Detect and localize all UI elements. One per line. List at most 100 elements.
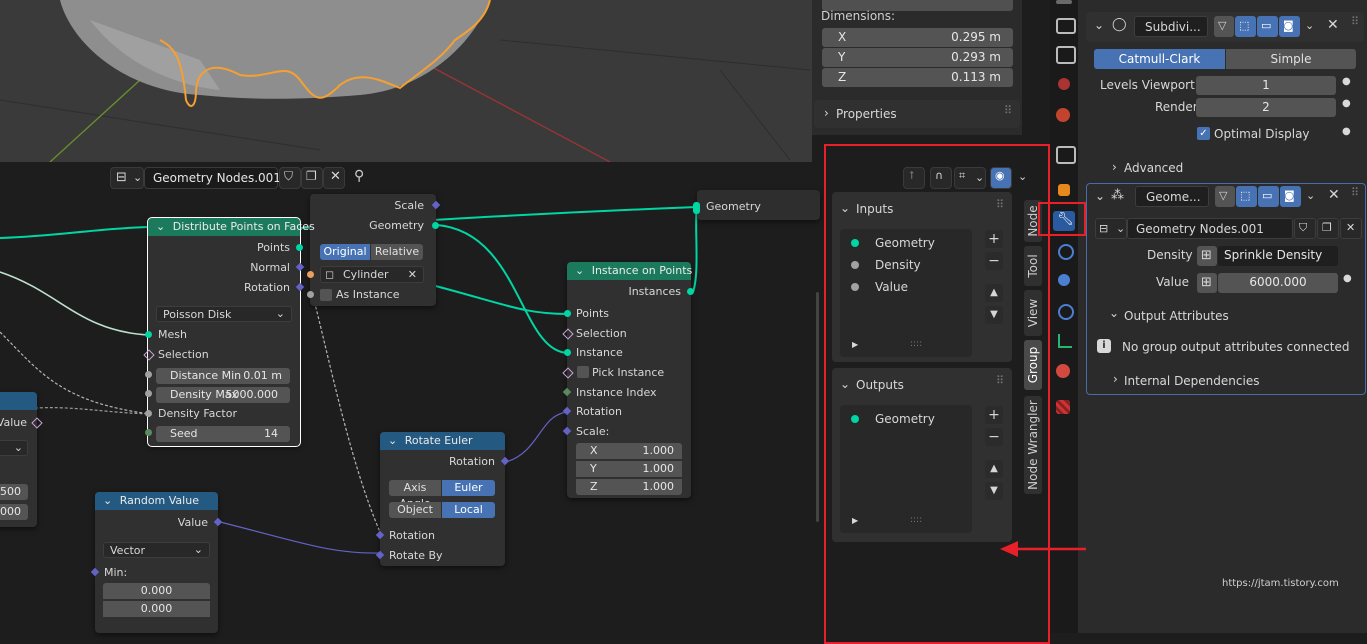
cage-toggle[interactable]: ⬚ bbox=[1235, 16, 1256, 37]
fake-user-button[interactable]: ⛉ bbox=[1294, 218, 1316, 239]
density-attribute-field[interactable]: Sprinkle Density bbox=[1218, 246, 1338, 266]
node-group-browse-button[interactable]: ⊟ ⌄ bbox=[1095, 218, 1127, 239]
levels-viewport-field[interactable]: 1 bbox=[1196, 76, 1336, 95]
local-space-toggle[interactable]: Local bbox=[442, 502, 495, 518]
original-toggle[interactable]: Original bbox=[320, 244, 370, 260]
field[interactable]: 500 bbox=[0, 484, 28, 500]
seed-field[interactable]: Seed 14 bbox=[156, 426, 290, 442]
pin-icon[interactable]: ⚲ bbox=[354, 168, 364, 184]
dropdown[interactable]: ⌄ bbox=[0, 440, 28, 456]
animate-dot-icon[interactable]: ● bbox=[1342, 98, 1351, 109]
partial-node[interactable]: Value ⌄ 500 000 bbox=[0, 392, 43, 527]
chevron-down-icon[interactable]: ⌄ bbox=[1306, 189, 1315, 202]
animate-dot-icon[interactable]: ● bbox=[1343, 273, 1352, 284]
node-header[interactable] bbox=[0, 392, 37, 410]
chevron-right-icon[interactable]: › bbox=[1113, 372, 1118, 386]
object-tab-icon[interactable] bbox=[1058, 184, 1070, 196]
render-toggle[interactable]: ◙ bbox=[1279, 16, 1300, 37]
dimension-x-field[interactable]: X 0.295 m bbox=[822, 28, 1013, 47]
properties-panel-header[interactable]: › Properties ⠿ bbox=[814, 100, 1020, 128]
geometry-socket[interactable] bbox=[432, 222, 439, 229]
euler-toggle[interactable]: Euler bbox=[442, 480, 495, 496]
geometry-socket[interactable] bbox=[564, 310, 571, 317]
geometry-socket[interactable] bbox=[693, 202, 700, 214]
modifier-header[interactable]: ⌄ ⁂ Geome... ▽ ⬚ ▭ ◙ ⌄ ✕ ⠿ bbox=[1087, 184, 1363, 212]
data-tab-icon[interactable] bbox=[1058, 334, 1072, 348]
tool-tab-icon[interactable] bbox=[1056, 0, 1072, 4]
edit-mode-toggle[interactable]: ▽ bbox=[1215, 186, 1235, 207]
advanced-subpanel[interactable]: Advanced bbox=[1124, 161, 1183, 175]
attribute-toggle[interactable]: ⊞ bbox=[1197, 273, 1217, 293]
distribute-points-node[interactable]: ⌄ Distribute Points on Faces Points Norm… bbox=[143, 217, 315, 447]
texture-tab-icon[interactable] bbox=[1056, 400, 1070, 414]
chevron-down-icon[interactable]: ⌄ bbox=[1305, 19, 1314, 32]
node-group-field[interactable]: Geometry Nodes.001 bbox=[1127, 218, 1293, 239]
chevron-right-icon[interactable]: › bbox=[1112, 160, 1117, 174]
object-space-toggle[interactable]: Object bbox=[389, 502, 441, 518]
float-socket[interactable] bbox=[145, 371, 152, 378]
scale-y-field[interactable]: Y 1.000 bbox=[576, 461, 682, 477]
close-icon[interactable]: ✕ bbox=[1328, 187, 1340, 203]
integer-socket[interactable] bbox=[145, 429, 152, 436]
modifier-name-field[interactable]: Subdivi... bbox=[1134, 16, 1208, 37]
simple-toggle[interactable]: Simple bbox=[1226, 49, 1356, 69]
node-header[interactable]: ⌄ Distribute Points on Faces bbox=[148, 218, 315, 236]
relative-toggle[interactable]: Relative bbox=[371, 244, 423, 260]
boolean-socket[interactable] bbox=[307, 291, 314, 298]
object-info-node[interactable]: Scale Geometry Original Relative ◻ Cylin… bbox=[307, 194, 441, 306]
scale-z-field[interactable]: Z 1.000 bbox=[576, 479, 682, 495]
dimension-z-field[interactable]: Z 0.113 m bbox=[822, 68, 1013, 87]
as-instance-checkbox[interactable] bbox=[320, 289, 332, 301]
physics-tab-icon[interactable] bbox=[1058, 274, 1070, 286]
node-header[interactable]: ⌄ Random Value bbox=[95, 492, 218, 510]
optimal-display-checkbox[interactable]: ✓ bbox=[1197, 127, 1210, 140]
object-socket[interactable] bbox=[307, 271, 314, 278]
particles-tab-icon[interactable] bbox=[1058, 244, 1074, 260]
node-header[interactable]: ⌄ Instance on Points bbox=[567, 262, 692, 280]
scale-x-field[interactable]: X 1.000 bbox=[576, 443, 682, 459]
density-max-field[interactable]: Density Max 5000.000 bbox=[156, 387, 290, 403]
geometry-socket[interactable] bbox=[145, 331, 152, 338]
duplicate-button[interactable]: ❐ bbox=[1317, 218, 1339, 239]
render-tab-icon[interactable] bbox=[1056, 18, 1076, 34]
world-tab-icon[interactable] bbox=[1056, 108, 1070, 122]
axis-angle-toggle[interactable]: Axis Angle bbox=[389, 480, 441, 510]
min-x-field[interactable]: 0.000 bbox=[103, 583, 210, 599]
duplicate-button[interactable]: ❐ bbox=[301, 167, 323, 189]
node-tree-selector[interactable]: Geometry Nodes.001 bbox=[144, 167, 281, 189]
modifier-name-field[interactable]: Geome... bbox=[1135, 186, 1209, 207]
instance-on-points-node[interactable]: ⌄ Instance on Points Instances Points Se… bbox=[562, 262, 694, 498]
geometry-socket[interactable] bbox=[564, 349, 571, 356]
dimension-y-field[interactable]: Y 0.293 m bbox=[822, 48, 1013, 67]
chevron-down-icon[interactable]: ⌄ bbox=[1094, 18, 1104, 32]
drag-handle-icon[interactable]: ⠿ bbox=[1351, 15, 1359, 28]
collection-tab-icon[interactable] bbox=[1056, 146, 1076, 164]
geometry-socket[interactable] bbox=[296, 244, 303, 251]
render-toggle[interactable]: ◙ bbox=[1280, 186, 1301, 207]
3d-viewport[interactable] bbox=[0, 0, 812, 162]
object-field[interactable]: ◻ Cylinder ✕ bbox=[320, 266, 424, 283]
catmull-clark-toggle[interactable]: Catmull-Clark bbox=[1094, 49, 1225, 69]
output-tab-icon[interactable] bbox=[1056, 46, 1076, 64]
collapse-icon[interactable]: ⌄ bbox=[388, 434, 397, 447]
chevron-down-icon[interactable]: ⌄ bbox=[1109, 306, 1119, 320]
collapse-icon[interactable]: ⌄ bbox=[575, 264, 584, 277]
pick-instance-checkbox[interactable] bbox=[577, 366, 589, 378]
collapse-icon[interactable]: ⌄ bbox=[103, 494, 112, 507]
method-dropdown[interactable]: Poisson Disk ⌄ bbox=[156, 306, 292, 322]
rotate-euler-node[interactable]: ⌄ Rotate Euler Rotation Axis Angle Euler… bbox=[375, 432, 510, 566]
float-socket[interactable] bbox=[145, 410, 152, 417]
geometry-socket[interactable] bbox=[687, 288, 694, 295]
field[interactable]: 000 bbox=[0, 504, 28, 520]
close-icon[interactable]: ✕ bbox=[408, 268, 417, 281]
internal-dependencies-subpanel[interactable]: Internal Dependencies bbox=[1124, 374, 1259, 388]
modifier-header[interactable]: ⌄ ◯ Subdivi... ▽ ⬚ ▭ ◙ ⌄ ✕ ⠿ bbox=[1086, 12, 1364, 42]
drag-handle-icon[interactable]: ⠿ bbox=[1004, 104, 1012, 117]
view-layer-tab-icon[interactable] bbox=[1058, 78, 1070, 90]
unlink-button[interactable]: ✕ bbox=[1340, 218, 1362, 239]
output-attributes-subpanel[interactable]: Output Attributes bbox=[1124, 309, 1229, 323]
constraints-tab-icon[interactable] bbox=[1058, 304, 1074, 320]
node-header[interactable]: ⌄ Rotate Euler bbox=[380, 432, 505, 450]
chevron-down-icon[interactable]: ⌄ bbox=[1095, 189, 1105, 203]
data-type-dropdown[interactable]: Vector ⌄ bbox=[103, 542, 210, 558]
